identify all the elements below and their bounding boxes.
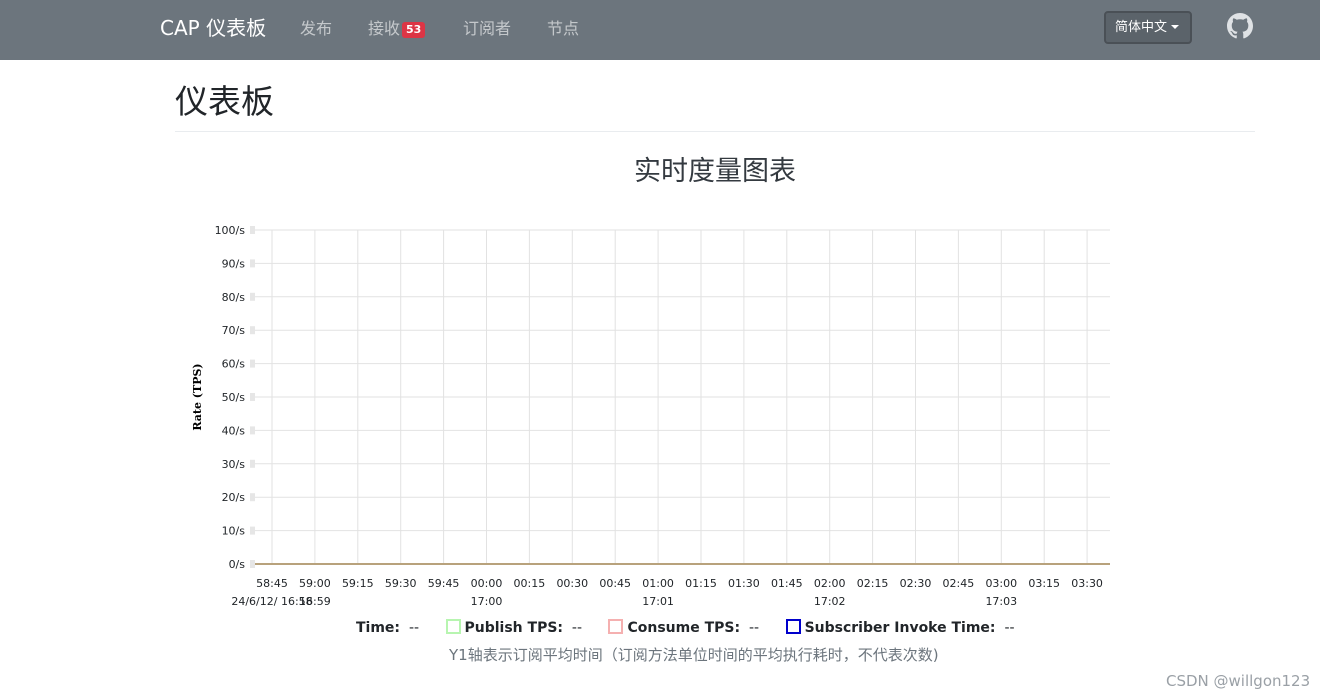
x-tick-label: 03:00 [985,577,1017,590]
x-tick-label: 00:30 [556,577,588,590]
legend-invoke-value: -- [1004,620,1015,636]
y-axis-label: Rate (TPS) [191,363,204,430]
x-tick-label: 00:15 [514,577,546,590]
y-tick-label: 20/s [222,491,246,504]
x-tick-label: 02:45 [943,577,975,590]
x-tick-label: 02:15 [857,577,889,590]
x-tick-label: 00:00 [471,577,503,590]
legend-time: Time: -- [356,620,420,636]
y-tick-label: 30/s [222,458,246,471]
y-tick-label: 50/s [222,391,246,404]
legend-subscriber-invoke-time[interactable]: Subscriber Invoke Time: -- [785,618,1015,638]
y-tick-label: 0/s [229,558,246,571]
y-tick-label: 10/s [222,525,246,538]
invoke-swatch-icon [785,619,801,634]
x-tick-label: 01:45 [771,577,803,590]
legend-publish-tps[interactable]: Publish TPS: -- [445,618,583,638]
consume-swatch-icon [608,619,624,634]
x-tick-label: 02:30 [900,577,932,590]
legend-publish-value: -- [571,620,583,636]
x-tick-label: 02:00 [814,577,846,590]
y-tick-mark [250,459,255,468]
x-secondary-label: 17:00 [471,595,503,608]
x-tick-label: 03:15 [1028,577,1060,590]
y-tick-mark [250,292,255,301]
legend-time-value: -- [408,620,420,636]
y-tick-mark [250,560,255,568]
y-tick-label: 40/s [222,424,246,437]
y-tick-label: 60/s [222,358,246,371]
y-tick-label: 90/s [222,257,246,270]
x-tick-label: 01:00 [642,577,674,590]
x-secondary-label: 17:01 [642,595,674,608]
y-tick-mark [250,493,255,502]
y-tick-mark [250,359,255,368]
y-tick-mark [250,326,255,335]
x-tick-label: 03:30 [1071,577,1103,590]
x-secondary-label: 16:59 [299,595,331,608]
legend-consume-tps[interactable]: Consume TPS: -- [608,618,759,638]
y-tick-mark [250,426,255,435]
chart-legend: Time: -- Publish TPS: -- Consume TPS: --… [356,618,1037,638]
watermark: CSDN @willgon123 [1166,672,1311,690]
x-tick-label: 01:15 [685,577,717,590]
publish-swatch-icon [445,619,461,634]
x-tick-label: 00:45 [599,577,631,590]
y-tick-mark [250,526,255,535]
x-tick-label: 59:15 [342,577,374,590]
x-tick-label: 01:30 [728,577,760,590]
x-secondary-label: 17:02 [814,595,846,608]
y1-axis-note: Y1轴表示订阅平均时间（订阅方法单位时间的平均执行耗时，不代表次数) [449,646,939,664]
x-tick-label: 59:45 [428,577,460,590]
y-tick-mark [250,226,255,234]
x-tick-label: 58:45 [256,577,288,590]
y-tick-label: 100/s [215,224,246,237]
y-tick-label: 70/s [222,324,246,337]
y-tick-mark [250,393,255,401]
y-tick-mark [250,259,255,268]
y-tick-label: 80/s [222,291,246,304]
x-tick-label: 59:00 [299,577,331,590]
realtime-metrics-chart: 0/s 10/s 20/s 30/s 40/s 50/s 60/s 70/s 80/s 90/s 1… [191,224,1110,608]
legend-consume-value: -- [749,620,760,636]
x-tick-label: 59:30 [385,577,417,590]
x-secondary-label: 17:03 [985,595,1017,608]
